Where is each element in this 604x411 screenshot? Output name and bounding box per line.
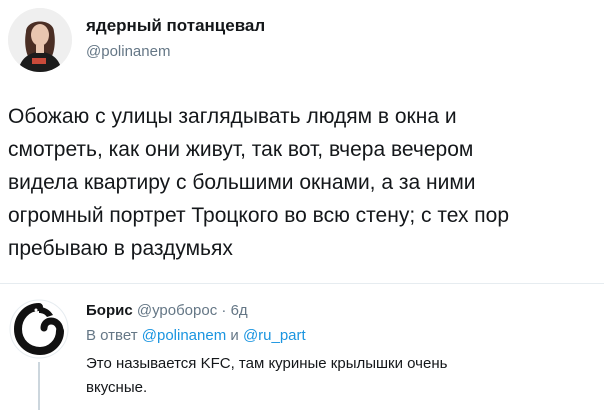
tweet-thread: ядерный потанцевал @polinanem Обожаю с у… bbox=[0, 0, 604, 411]
tweet-text-line: пребываю в раздумьях bbox=[8, 237, 233, 260]
reply-text-line: Это называется KFC, там куриные крылышки… bbox=[86, 355, 448, 372]
tweet-text-line: огромный портрет Троцкого во всю стену; … bbox=[8, 204, 510, 227]
tweet-text-line: Обожаю с улицы заглядывать людям в окна … bbox=[8, 105, 457, 128]
mention-link[interactable]: @ru_part bbox=[243, 327, 306, 344]
reply-timestamp[interactable]: 6д bbox=[231, 302, 248, 319]
meta-separator: · bbox=[221, 302, 227, 319]
author-name[interactable]: ядерный потанцевал bbox=[86, 16, 265, 36]
reply-to-line: В ответ @polinanem и @ru_part bbox=[86, 327, 306, 344]
author-avatar[interactable] bbox=[8, 8, 72, 72]
reply-text-line: вкусные. bbox=[86, 379, 148, 396]
ouroboros-icon bbox=[9, 299, 69, 359]
reply-text: Это называется KFC, там куриные крылышки… bbox=[86, 352, 586, 400]
thread-line bbox=[38, 362, 40, 410]
tweet-text: Обожаю с улицы заглядывать людям в окна … bbox=[8, 100, 598, 265]
author-handle[interactable]: @polinanem bbox=[86, 43, 170, 60]
mention-link[interactable]: @polinanem bbox=[142, 327, 226, 344]
reply-to-prefix: В ответ bbox=[86, 327, 138, 344]
tweet-text-line: видела квартиру с большими окнами, а за … bbox=[8, 171, 476, 194]
reply-author-name[interactable]: Борис bbox=[86, 302, 133, 319]
reply-to-conjunction: и bbox=[230, 327, 239, 344]
reply-author-handle[interactable]: @уробopoc bbox=[137, 302, 217, 319]
reply-header: Борис @уробopoc · 6д bbox=[86, 302, 248, 319]
author-photo-icon bbox=[8, 8, 72, 72]
tweet-text-line: смотреть, как они живут, так вот, вчера … bbox=[8, 138, 474, 161]
reply-avatar[interactable] bbox=[9, 299, 69, 359]
divider bbox=[0, 283, 604, 284]
